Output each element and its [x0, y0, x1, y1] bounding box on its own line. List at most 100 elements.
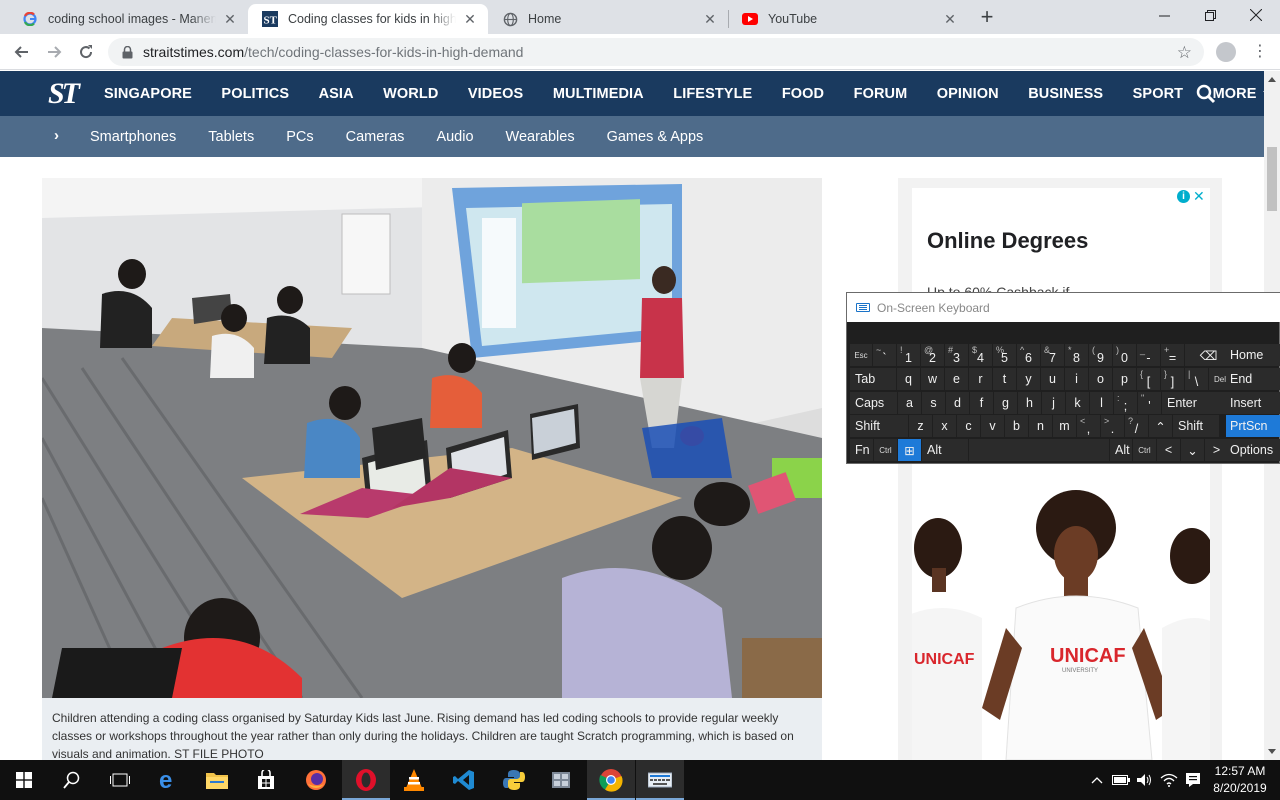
osk-key[interactable]: ⊞	[898, 439, 921, 461]
osk-key[interactable]: Ctrl	[1133, 439, 1156, 461]
restore-icon[interactable]	[1187, 0, 1233, 30]
close-window-icon[interactable]	[1233, 0, 1279, 30]
osk-key[interactable]: }]	[1161, 368, 1184, 390]
start-icon[interactable]	[0, 760, 48, 800]
osk-key[interactable]: ) 0	[1113, 344, 1136, 366]
search-icon[interactable]	[1196, 84, 1216, 104]
osk-key[interactable]: ⌄	[1181, 439, 1204, 461]
browser-tab-youtube[interactable]: YouTube ✕	[728, 4, 968, 34]
subnav-tablets[interactable]: Tablets	[208, 129, 254, 145]
python-icon[interactable]	[490, 760, 538, 800]
chevron-right-icon[interactable]: ›	[54, 127, 59, 144]
nav-singapore[interactable]: SINGAPORE	[104, 86, 192, 102]
nav-world[interactable]: WORLD	[383, 86, 438, 102]
osk-key[interactable]: s	[922, 392, 945, 414]
minimize-icon[interactable]	[1141, 0, 1187, 30]
chrome-icon[interactable]	[587, 760, 635, 800]
osk-key[interactable]: m	[1053, 415, 1076, 437]
nav-politics[interactable]: POLITICS	[221, 86, 289, 102]
subnav-wearables[interactable]: Wearables	[506, 129, 575, 145]
osk-key-end[interactable]: End	[1226, 368, 1280, 390]
osk-key[interactable]: Alt	[1110, 439, 1132, 461]
close-tab-icon[interactable]: ✕	[462, 11, 478, 27]
vlc-icon[interactable]	[390, 760, 438, 800]
osk-key[interactable]: o	[1089, 368, 1112, 390]
forward-icon[interactable]	[42, 40, 66, 64]
browser-menu-icon[interactable]: ⋮	[1252, 40, 1268, 64]
close-tab-icon[interactable]: ✕	[942, 11, 958, 27]
volume-icon[interactable]	[1134, 760, 1156, 800]
nav-asia[interactable]: ASIA	[319, 86, 354, 102]
osk-key[interactable]: $4	[969, 344, 992, 366]
search-icon[interactable]	[48, 760, 96, 800]
article-photo[interactable]	[42, 178, 822, 698]
subnav-audio[interactable]: Audio	[436, 129, 473, 145]
osk-key[interactable]: {[	[1137, 368, 1160, 390]
osk-key[interactable]: a	[898, 392, 921, 414]
nav-business[interactable]: BUSINESS	[1028, 86, 1103, 102]
osk-key[interactable]: b	[1005, 415, 1028, 437]
subnav-cameras[interactable]: Cameras	[346, 129, 405, 145]
osk-key[interactable]: & 7	[1041, 344, 1064, 366]
osk-key[interactable]: f	[970, 392, 993, 414]
osk-key[interactable]: h	[1018, 392, 1041, 414]
osk-key[interactable]: e	[945, 368, 968, 390]
osk-key[interactable]: c	[957, 415, 980, 437]
ad-title[interactable]: Online Degrees	[927, 228, 1088, 254]
osk-key[interactable]: ⌫	[1185, 344, 1232, 366]
ad-unit[interactable]: Online Degrees Up to 60% Cashback if UNI…	[912, 188, 1210, 760]
new-tab-button[interactable]: +	[976, 6, 998, 29]
osk-key[interactable]	[969, 439, 1109, 461]
osk-key[interactable]: % 5	[993, 344, 1016, 366]
chevron-up-icon[interactable]	[1088, 760, 1106, 800]
nav-sport[interactable]: SPORT	[1133, 86, 1183, 102]
osk-key[interactable]: v	[981, 415, 1004, 437]
osk-key[interactable]: _ -	[1137, 344, 1160, 366]
browser-tab-google[interactable]: coding school images - Manema ✕	[8, 4, 248, 34]
osk-key[interactable]: n	[1029, 415, 1052, 437]
osk-key[interactable]: u	[1041, 368, 1064, 390]
app-grid-icon[interactable]	[537, 760, 585, 800]
osk-key[interactable]: <	[1157, 439, 1180, 461]
osk-key[interactable]: Tab	[850, 368, 896, 390]
close-tab-icon[interactable]: ✕	[222, 11, 238, 27]
action-center-icon[interactable]	[1182, 760, 1204, 800]
store-icon[interactable]	[242, 760, 290, 800]
nav-videos[interactable]: VIDEOS	[468, 86, 523, 102]
osk-key[interactable]: Ctrl	[874, 439, 897, 461]
task-view-icon[interactable]	[96, 760, 144, 800]
nav-multimedia[interactable]: MULTIMEDIA	[553, 86, 644, 102]
nav-lifestyle[interactable]: LIFESTYLE	[673, 86, 752, 102]
wifi-icon[interactable]	[1158, 760, 1180, 800]
osk-key[interactable]: Alt	[922, 439, 968, 461]
back-icon[interactable]	[10, 40, 34, 64]
nav-forum[interactable]: FORUM	[854, 86, 908, 102]
osk-key[interactable]: @2	[921, 344, 944, 366]
osk-key[interactable]: ⌃	[1149, 415, 1172, 437]
nav-opinion[interactable]: OPINION	[937, 86, 999, 102]
browser-tab-home[interactable]: Home ✕	[488, 4, 728, 34]
site-logo[interactable]: ST	[48, 78, 84, 110]
osk-key[interactable]: t	[993, 368, 1016, 390]
browser-tab-straits-times[interactable]: ST Coding classes for kids in high de ✕	[248, 4, 488, 34]
subnav-games-apps[interactable]: Games & Apps	[607, 129, 704, 145]
nav-food[interactable]: FOOD	[782, 86, 824, 102]
osk-key[interactable]: i	[1065, 368, 1088, 390]
osk-key[interactable]: Caps	[850, 392, 897, 414]
subnav-pcs[interactable]: PCs	[286, 129, 313, 145]
vscode-icon[interactable]	[440, 760, 488, 800]
osk-key[interactable]: Esc	[850, 344, 872, 366]
subnav-smartphones[interactable]: Smartphones	[90, 129, 176, 145]
osk-key[interactable]: Fn	[850, 439, 873, 461]
profile-avatar[interactable]	[1216, 42, 1236, 62]
osk-key[interactable]: ? /	[1125, 415, 1148, 437]
osk-key[interactable]: >	[1205, 439, 1228, 461]
osk-key[interactable]: q	[897, 368, 920, 390]
bookmark-star-icon[interactable]: ☆	[1177, 43, 1192, 63]
ad-image[interactable]: UNICAF UNIVERSITY UNICAF	[912, 488, 1210, 760]
osk-key-prtscn[interactable]: PrtScn	[1226, 415, 1280, 437]
osk-key[interactable]: | \	[1185, 368, 1208, 390]
close-tab-icon[interactable]: ✕	[702, 11, 718, 27]
osk-key[interactable]: Shift	[1173, 415, 1219, 437]
osk-key[interactable]: d	[946, 392, 969, 414]
